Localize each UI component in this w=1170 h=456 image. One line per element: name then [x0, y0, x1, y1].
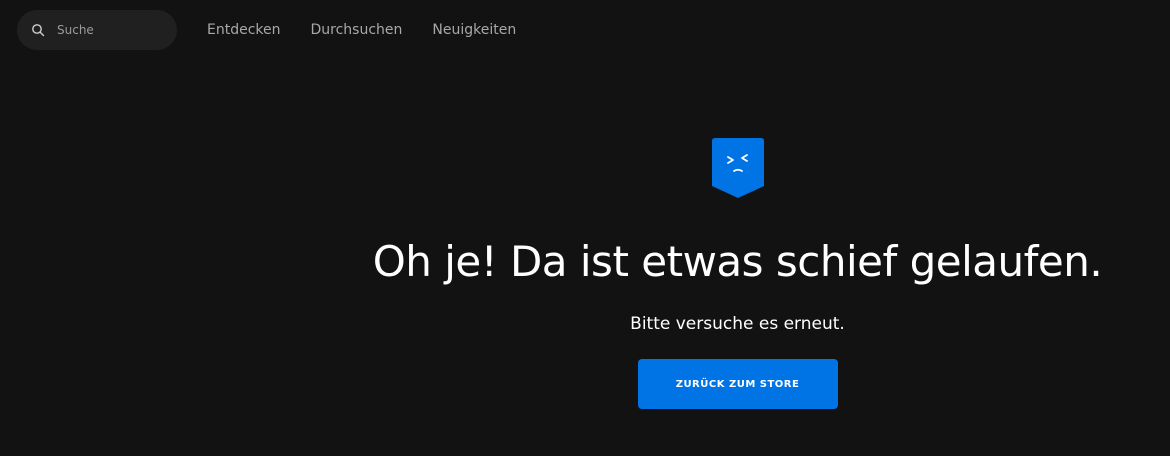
- error-headline: Oh je! Da ist etwas schief gelaufen.: [372, 237, 1103, 286]
- main-nav: Entdecken Durchsuchen Neuigkeiten: [207, 20, 516, 40]
- back-to-store-button[interactable]: ZURÜCK ZUM STORE: [637, 359, 838, 409]
- search-box[interactable]: [17, 10, 177, 50]
- nav-link-neuigkeiten[interactable]: Neuigkeiten: [432, 20, 516, 40]
- nav-link-durchsuchen[interactable]: Durchsuchen: [311, 20, 403, 40]
- top-navigation-bar: Entdecken Durchsuchen Neuigkeiten: [0, 0, 1170, 62]
- search-input[interactable]: [57, 10, 167, 50]
- search-icon: [32, 24, 45, 37]
- nav-link-entdecken[interactable]: Entdecken: [207, 20, 281, 40]
- error-subtext: Bitte versuche es erneut.: [630, 314, 845, 334]
- error-content: Oh je! Da ist etwas schief gelaufen. Bit…: [305, 130, 1170, 409]
- upset-face-shield-icon: [711, 138, 764, 198]
